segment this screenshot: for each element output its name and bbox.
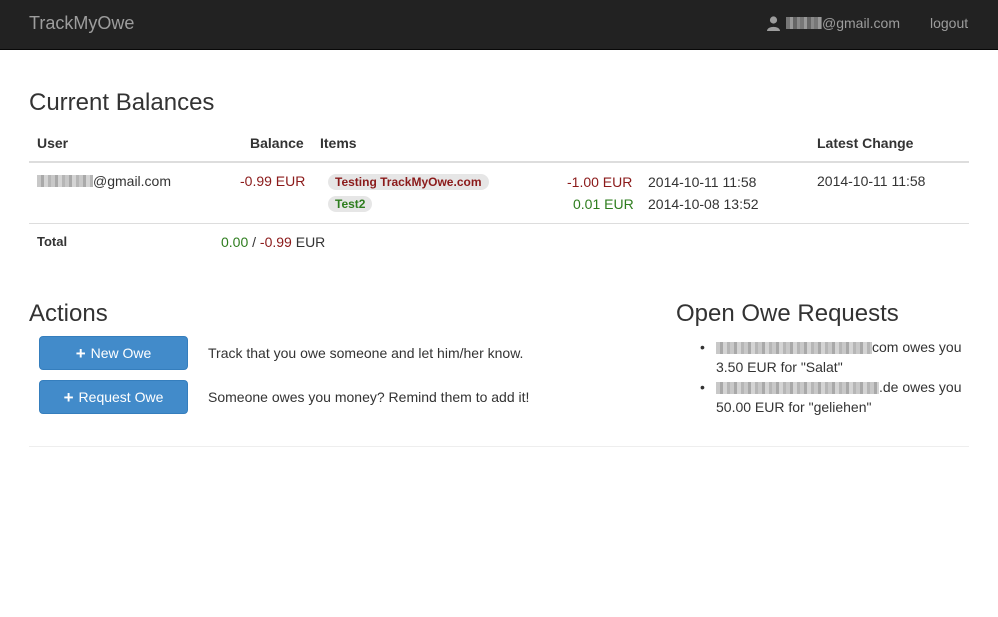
redacted-email-part: [716, 342, 872, 355]
owe-request-item[interactable]: • .de owes you 50.00 EUR for "geliehen": [700, 377, 970, 417]
brand-link[interactable]: TrackMyOwe: [29, 13, 134, 34]
total-currency: EUR: [291, 234, 326, 250]
logout-link[interactable]: logout: [930, 15, 968, 31]
request-text: owes you: [898, 339, 962, 355]
plus-icon: +: [63, 387, 74, 407]
col-header-user: User: [37, 135, 69, 151]
request-email-suffix: .de: [879, 379, 899, 395]
item-date: 2014-10-08 13:52: [648, 196, 759, 212]
bullet-icon: •: [700, 379, 705, 395]
item-amount: 0.01 EUR: [573, 196, 634, 212]
request-owe-button[interactable]: + Request Owe: [39, 380, 188, 414]
top-navbar: TrackMyOwe @gmail.com logout: [0, 0, 998, 50]
item-amount: -1.00 EUR: [567, 174, 633, 190]
request-text: owes you: [898, 379, 962, 395]
requests-title: Open Owe Requests: [676, 300, 899, 327]
user-email: @gmail.com: [93, 173, 172, 189]
total-negative: -0.99: [259, 234, 292, 250]
table-header-divider: [29, 161, 969, 163]
total-value: 0.00 / -0.99 EUR: [221, 234, 325, 250]
table-row-divider: [29, 223, 969, 224]
col-header-items: Items: [320, 135, 357, 151]
new-owe-button[interactable]: + New Owe: [39, 336, 188, 370]
request-amount: 50.00 EUR for "geliehen": [716, 399, 872, 415]
latest-change: 2014-10-11 11:58: [817, 173, 926, 189]
bullet-icon: •: [700, 339, 705, 355]
section-divider: [29, 446, 969, 447]
item-date: 2014-10-11 11:58: [648, 174, 757, 190]
balance-row-balance: -0.99 EUR: [240, 173, 306, 189]
owe-requests-list: • com owes you 3.50 EUR for "Salat" • .d…: [700, 337, 970, 417]
item-badge: Testing TrackMyOwe.com: [328, 174, 489, 190]
user-email: @gmail.com: [822, 15, 901, 31]
balances-title: Current Balances: [29, 89, 215, 116]
balance-row-user: @gmail.com: [37, 173, 171, 189]
col-header-latest-change: Latest Change: [817, 135, 914, 151]
new-owe-description: Track that you owe someone and let him/h…: [208, 345, 524, 361]
redacted-email-part: [716, 382, 879, 395]
redacted-email-part: [37, 175, 93, 187]
user-menu[interactable]: @gmail.com: [767, 15, 900, 31]
actions-title: Actions: [29, 300, 108, 327]
request-owe-label: Request Owe: [78, 389, 164, 405]
owe-request-item[interactable]: • com owes you 3.50 EUR for "Salat": [700, 337, 970, 377]
total-label: Total: [37, 234, 68, 249]
new-owe-label: New Owe: [90, 345, 152, 361]
item-badge: Test2: [328, 196, 373, 212]
col-header-balance: Balance: [250, 135, 304, 151]
redacted-email-part: [786, 17, 822, 29]
total-positive: 0.00: [221, 234, 249, 250]
total-separator: /: [248, 234, 260, 250]
user-icon: [767, 15, 780, 31]
request-owe-description: Someone owes you money? Remind them to a…: [208, 389, 530, 405]
plus-icon: +: [75, 343, 86, 363]
request-amount: 3.50 EUR for "Salat": [716, 359, 843, 375]
request-email-suffix: com: [872, 339, 899, 355]
